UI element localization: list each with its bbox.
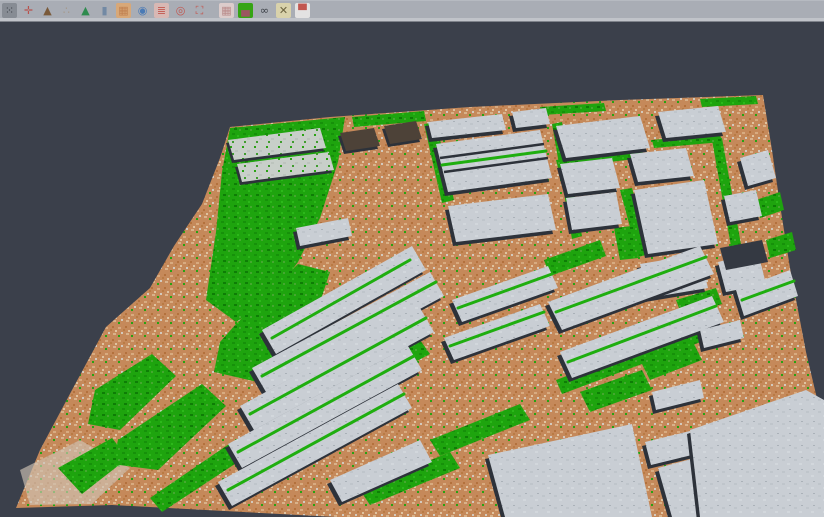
tie-points-icon[interactable]: ✕	[276, 3, 291, 18]
viewport-3d[interactable]	[0, 22, 824, 517]
globe-icon[interactable]: ◉	[135, 3, 150, 18]
texture-icon[interactable]: ▮	[97, 3, 112, 18]
building-roof	[566, 192, 622, 230]
classification-icon[interactable]: ▄	[238, 3, 253, 18]
orthophoto-icon[interactable]: ▦	[116, 3, 131, 18]
raster-grid-icon[interactable]: ▦	[219, 3, 234, 18]
target-icon[interactable]: ◎	[173, 3, 188, 18]
binoculars-icon[interactable]: ∞	[257, 3, 272, 18]
align-icon[interactable]: ✛	[21, 3, 36, 18]
toolbar: ⁙ ✛ ▲ ∴ ▲ ▮ ▦ ◉ ≣ ◎ ⛶ ▦ ▄ ∞ ✕ ▀	[0, 0, 824, 22]
layers-icon[interactable]: ≣	[154, 3, 169, 18]
report-icon[interactable]: ▀	[295, 3, 310, 18]
point-cloud-render[interactable]	[0, 22, 824, 517]
building-roof	[560, 158, 620, 194]
building-roof	[634, 180, 718, 254]
point-cloud-icon[interactable]: ⁙	[2, 3, 17, 18]
region-icon[interactable]: ⛶	[192, 3, 207, 18]
markers-icon[interactable]: ∴	[59, 3, 74, 18]
building-roof	[630, 148, 694, 182]
terrain-brown-icon[interactable]: ▲	[40, 3, 55, 18]
terrain-green-icon[interactable]: ▲	[78, 3, 93, 18]
